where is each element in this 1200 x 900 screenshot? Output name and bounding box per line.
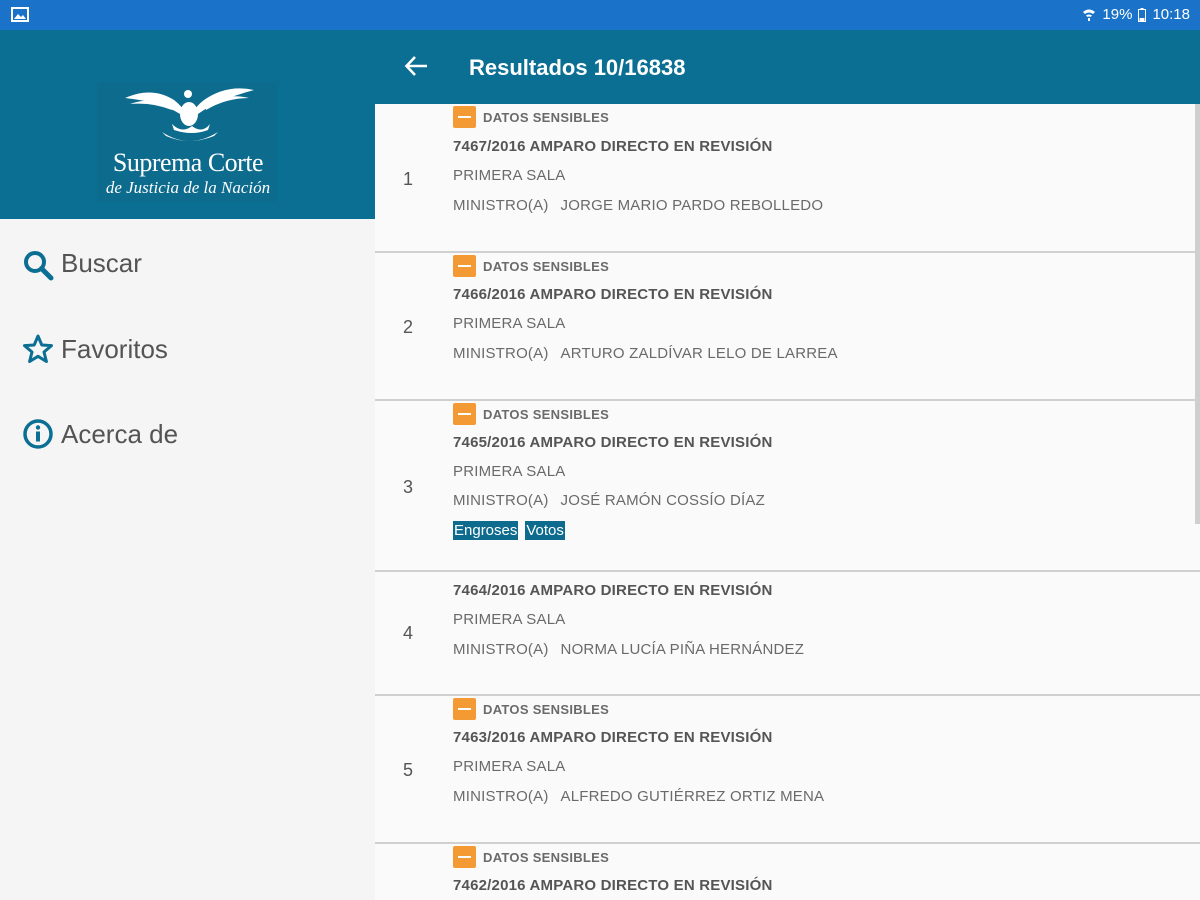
navigation-drawer: Suprema Corte de Justicia de la Nación B… <box>0 30 375 900</box>
sidebar-item-favoritos[interactable]: Favoritos <box>0 319 375 379</box>
sala-label: PRIMERA SALA <box>453 315 566 332</box>
case-title: 7464/2016 AMPARO DIRECTO EN REVISIÓN <box>453 582 773 599</box>
case-title: 7463/2016 AMPARO DIRECTO EN REVISIÓN <box>453 729 773 746</box>
status-bar: 19% 10:18 <box>0 0 1200 30</box>
sensitive-data-badge: DATOS SENSIBLES <box>453 698 609 720</box>
ministro-line: MINISTRO(A) ALFREDO GUTIÉRREZ ORTIZ MENA <box>453 788 825 805</box>
key-icon <box>453 698 476 720</box>
case-title: 7465/2016 AMPARO DIRECTO EN REVISIÓN <box>453 434 773 451</box>
list-item[interactable]: DATOS SENSIBLES 1 7467/2016 AMPARO DIREC… <box>375 104 1200 253</box>
logo-subtitle: de Justicia de la Nación <box>105 178 271 197</box>
ministro-line: MINISTRO(A) NORMA LUCÍA PIÑA HERNÁNDEZ <box>453 641 805 658</box>
sala-label: PRIMERA SALA <box>453 758 566 775</box>
list-item[interactable]: DATOS SENSIBLES 3 7465/2016 AMPARO DIREC… <box>375 401 1200 572</box>
ministro-line: MINISTRO(A) JORGE MARIO PARDO REBOLLEDO <box>453 197 824 214</box>
sala-label: PRIMERA SALA <box>453 611 566 628</box>
sensitive-data-badge: DATOS SENSIBLES <box>453 403 609 425</box>
case-title: 7467/2016 AMPARO DIRECTO EN REVISIÓN <box>453 138 773 155</box>
list-item[interactable]: 4 7464/2016 AMPARO DIRECTO EN REVISIÓN P… <box>375 572 1200 696</box>
page-title: Resultados 10/16838 <box>469 55 686 80</box>
sala-label: PRIMERA SALA <box>453 167 566 184</box>
clock: 10:18 <box>1152 6 1190 23</box>
sensitive-data-badge: DATOS SENSIBLES <box>453 846 609 868</box>
sala-label: PRIMERA SALA <box>453 463 566 480</box>
key-icon <box>453 255 476 277</box>
sidebar-item-label: Acerca de <box>61 418 179 449</box>
key-icon <box>453 403 476 425</box>
sidebar-item-label: Favoritos <box>61 333 168 364</box>
results-list: DATOS SENSIBLES 1 7467/2016 AMPARO DIREC… <box>375 104 1200 900</box>
star-icon <box>23 334 53 363</box>
sidebar-item-acerca-de[interactable]: Acerca de <box>0 404 375 464</box>
sidebar-item-label: Buscar <box>61 247 142 278</box>
gallery-icon <box>11 7 29 22</box>
ministro-line: MINISTRO(A) ARTURO ZALDÍVAR LELO DE LARRE… <box>453 345 838 362</box>
key-icon <box>453 846 476 868</box>
scrollbar[interactable] <box>1195 104 1200 524</box>
result-number: 2 <box>403 317 414 337</box>
logo-title: Suprema Corte <box>112 148 264 177</box>
info-icon <box>23 419 53 449</box>
sensitive-data-badge: DATOS SENSIBLES <box>453 106 609 128</box>
case-title: 7466/2016 AMPARO DIRECTO EN REVISIÓN <box>453 286 773 303</box>
battery-percent: 19% <box>1102 6 1133 23</box>
back-arrow-icon[interactable] <box>403 52 431 80</box>
ministro-line: MINISTRO(A) JOSÉ RAMÓN COSSÍO DÍAZ <box>453 492 765 509</box>
eagle-emblem-icon <box>125 88 254 141</box>
status-right: 19% 10:18 <box>1082 6 1190 23</box>
tag-engroses[interactable]: Engroses <box>453 521 519 540</box>
battery-icon <box>1138 7 1147 22</box>
list-item[interactable]: DATOS SENSIBLES 5 7463/2016 AMPARO DIREC… <box>375 696 1200 844</box>
wifi-icon <box>1083 9 1096 21</box>
result-number: 3 <box>403 477 414 497</box>
app-bar: Resultados 10/16838 <box>375 30 1200 104</box>
document-tags: Engroses Votos <box>453 521 565 540</box>
result-number: 4 <box>403 623 414 643</box>
logo-header: Suprema Corte de Justicia de la Nación <box>0 30 375 219</box>
list-item[interactable]: DATOS SENSIBLES 2 7466/2016 AMPARO DIREC… <box>375 253 1200 401</box>
result-number: 5 <box>403 760 414 780</box>
tag-votos[interactable]: Votos <box>525 521 565 540</box>
list-item[interactable]: DATOS SENSIBLES 7462/2016 AMPARO DIRECTO… <box>375 844 1200 900</box>
case-title: 7462/2016 AMPARO DIRECTO EN REVISIÓN <box>453 877 773 894</box>
search-icon <box>24 251 54 281</box>
key-icon <box>453 106 476 128</box>
sensitive-data-badge: DATOS SENSIBLES <box>453 255 609 277</box>
sidebar-item-buscar[interactable]: Buscar <box>0 233 375 293</box>
result-number: 1 <box>403 169 414 189</box>
